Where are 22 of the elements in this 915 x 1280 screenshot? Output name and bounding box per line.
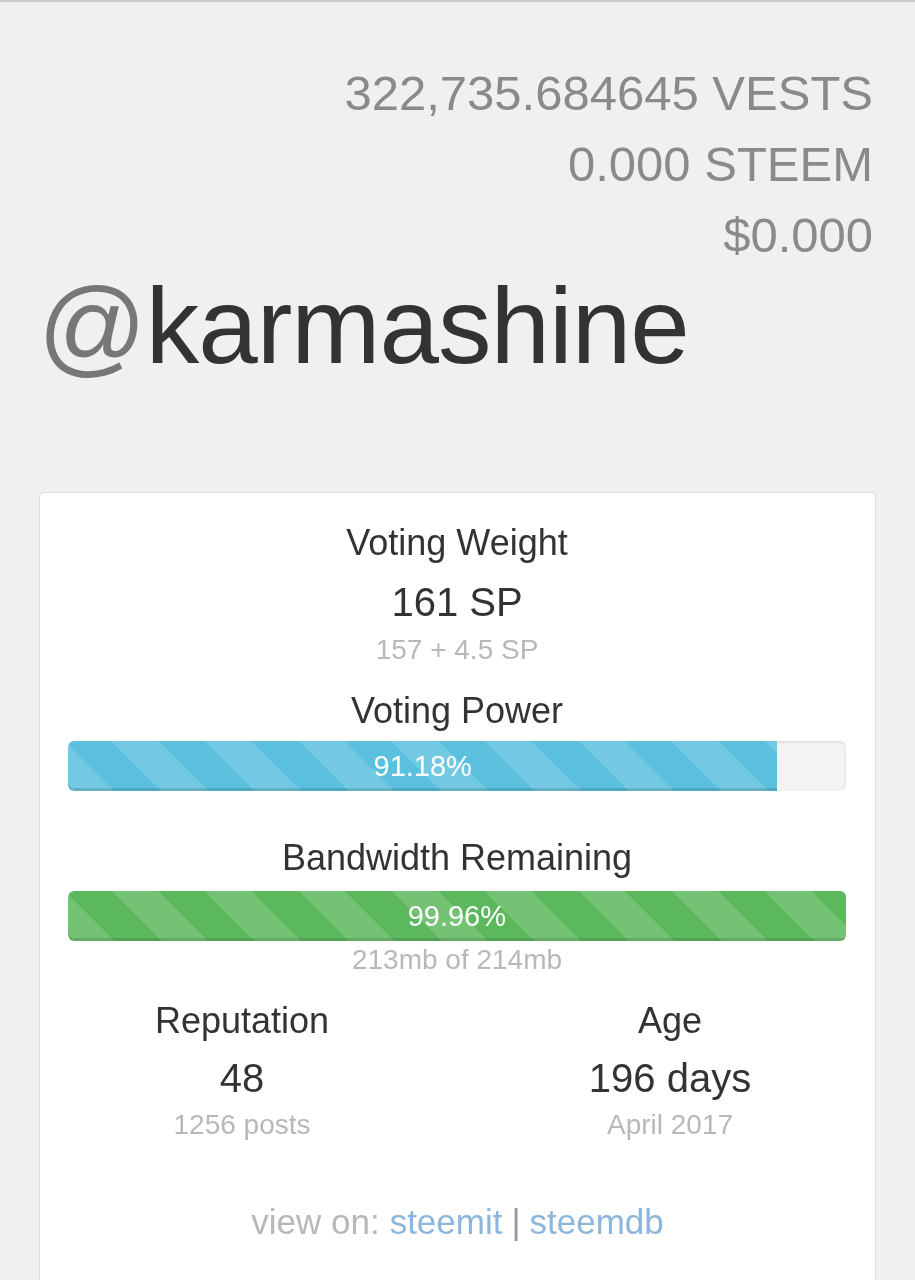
stat-label: Reputation <box>154 999 330 1043</box>
stat-label: Voting Weight <box>345 521 569 565</box>
site-link[interactable]: steemdb <box>529 1202 664 1241</box>
view-on-label: view on: <box>251 1202 380 1241</box>
stat-detail: April 2017 <box>606 1108 734 1142</box>
balance-amount: $0.000 <box>722 207 873 264</box>
balance-amount: 322,735.684645 VESTS <box>343 65 873 122</box>
stat-value: 161 SP <box>390 579 524 626</box>
meter-label: Voting Power <box>349 689 565 733</box>
stat-value: 48 <box>219 1055 265 1102</box>
balance-amount: 0.000 STEEM <box>566 136 873 193</box>
meter-detail: 213mb of 214mb <box>350 943 564 977</box>
stat-detail: 157 + 4.5 SP <box>374 633 540 667</box>
site-link[interactable]: steemit <box>389 1202 503 1241</box>
meter-label: Bandwidth Remaining <box>280 836 634 880</box>
progress-reading: 99.96% <box>407 899 506 934</box>
link-separator: | <box>511 1202 521 1241</box>
stat-value: 196 days <box>588 1055 752 1102</box>
stat-label: Age <box>637 999 703 1043</box>
username-heading: @karmashine <box>38 271 690 381</box>
progress-reading: 91.18% <box>373 749 472 784</box>
stat-detail: 1256 posts <box>173 1108 311 1142</box>
